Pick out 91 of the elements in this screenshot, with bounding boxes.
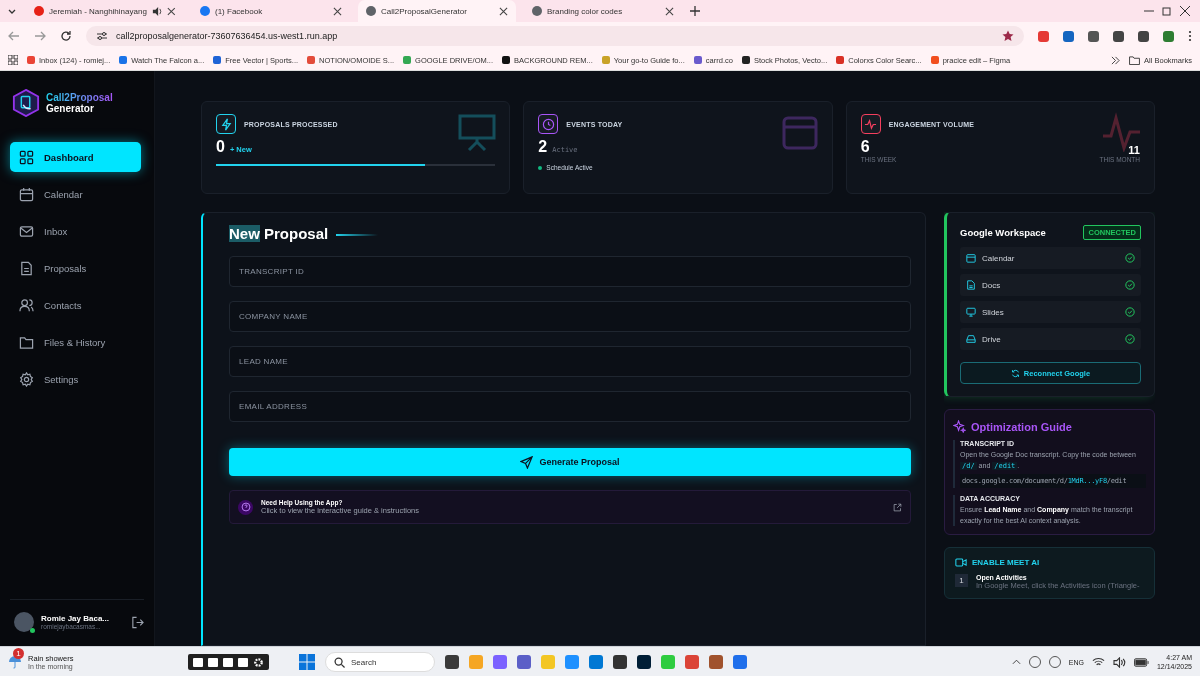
input-field[interactable]: EMAIL ADDRESS [229, 391, 911, 422]
browser-tab[interactable]: Call2ProposalGenerator [358, 0, 516, 22]
monitor-icon [966, 307, 976, 317]
folder-icon [19, 334, 34, 350]
star-icon[interactable] [1002, 30, 1014, 42]
brand-name: Call2Proposal [46, 92, 113, 103]
browser-tab[interactable]: Branding color codes [524, 0, 682, 22]
service-row: Calendar [960, 247, 1141, 269]
close-icon[interactable] [665, 6, 674, 16]
input-field[interactable]: LEAD NAME [229, 346, 911, 377]
sparkles-icon [953, 420, 966, 433]
brand-subtitle: Generator [46, 103, 94, 114]
battery-icon[interactable] [1133, 657, 1149, 667]
card-title: Google Workspace [960, 227, 1046, 238]
app-icon[interactable] [445, 655, 459, 669]
refresh-icon [1010, 368, 1020, 378]
external-link-icon [893, 502, 902, 512]
extension-icon[interactable] [1063, 30, 1074, 42]
card-title: Optimization Guide [971, 420, 1072, 433]
close-icon[interactable] [1180, 6, 1190, 16]
close-icon[interactable] [167, 6, 176, 16]
nav-item[interactable]: Contacts [10, 290, 141, 320]
stat-value: 6 [860, 138, 871, 156]
address-bar[interactable]: call2proposalgenerator-73607636454.us-west1.run.app [86, 26, 1024, 46]
start-icon[interactable] [299, 654, 315, 670]
search-icon [334, 656, 345, 668]
step-number: 1 [955, 574, 968, 587]
settings-icon [19, 371, 34, 387]
status-dot [538, 165, 543, 170]
browser-tab[interactable]: (1) Facebook [192, 0, 350, 22]
help-icon [238, 499, 253, 515]
mail-icon [19, 223, 34, 239]
menu-icon[interactable] [1188, 30, 1192, 42]
restore-icon[interactable] [1162, 6, 1172, 16]
drive-icon [966, 334, 976, 344]
speaker-icon[interactable] [1112, 656, 1126, 668]
close-icon[interactable] [333, 6, 342, 16]
users-icon [19, 297, 34, 313]
video-camera-icon [955, 558, 967, 567]
wifi-icon[interactable] [1091, 657, 1105, 667]
nav-item[interactable]: Calendar [10, 179, 141, 209]
extension-icon[interactable] [1138, 30, 1149, 42]
folder-icon [1129, 55, 1141, 65]
search-field[interactable]: Search [325, 652, 435, 672]
chevron-icon[interactable] [1111, 55, 1121, 65]
extension-icon[interactable] [1113, 30, 1124, 42]
service-row: Docs [960, 274, 1141, 296]
notification-badge: 1 [13, 648, 24, 659]
app-icon[interactable] [637, 655, 651, 669]
generate-button[interactable]: Generate Proposal [229, 448, 911, 476]
apps-grid-icon[interactable] [8, 55, 18, 65]
card-title: ENABLE MEET AI [972, 558, 1040, 567]
stat-value: 11 [1127, 144, 1140, 156]
logo-icon [12, 89, 40, 117]
reload-icon[interactable] [60, 30, 72, 42]
extension-icon[interactable] [1088, 30, 1099, 42]
logout-icon[interactable] [131, 615, 144, 629]
calendar-icon [19, 186, 34, 202]
pulse-icon [1102, 112, 1142, 152]
avatar[interactable] [14, 612, 34, 632]
grid-icon [19, 149, 34, 165]
document-icon [966, 280, 976, 290]
user-name: Romie Jay Baca... [41, 614, 111, 623]
chevron-up-icon[interactable] [1011, 659, 1021, 665]
back-icon[interactable] [8, 30, 20, 42]
stat-value: 2 [538, 138, 548, 156]
nav-item[interactable]: Files & History [10, 327, 141, 357]
new-tab-icon[interactable] [690, 6, 700, 16]
send-icon [520, 455, 534, 469]
capture-toolbar[interactable] [188, 654, 269, 670]
site-settings-icon[interactable] [96, 30, 108, 42]
browser-tab[interactable]: Jeremiah - Nanghihinayang [26, 0, 184, 22]
nav-item[interactable]: Dashboard [10, 142, 141, 172]
input-field[interactable]: TRANSCRIPT ID [229, 256, 911, 287]
extension-icon[interactable] [1163, 30, 1174, 42]
settings-icon[interactable] [253, 656, 264, 668]
nav-item[interactable]: Settings [10, 364, 141, 394]
forward-icon[interactable] [34, 30, 46, 42]
service-row: Drive [960, 328, 1141, 350]
nav-item[interactable]: Inbox [10, 216, 141, 246]
nav-item[interactable]: Proposals [10, 253, 141, 283]
form-title: New Proposal [229, 225, 911, 242]
input-field[interactable]: COMPANY NAME [229, 301, 911, 332]
stat-value: 0 [216, 138, 225, 156]
app-icon[interactable] [613, 655, 627, 669]
calendar-icon [966, 253, 976, 263]
extension-icon[interactable] [1038, 30, 1049, 42]
service-row: Slides [960, 301, 1141, 323]
document-icon [19, 260, 34, 276]
presentation-icon [457, 112, 498, 152]
close-icon[interactable] [499, 6, 508, 16]
